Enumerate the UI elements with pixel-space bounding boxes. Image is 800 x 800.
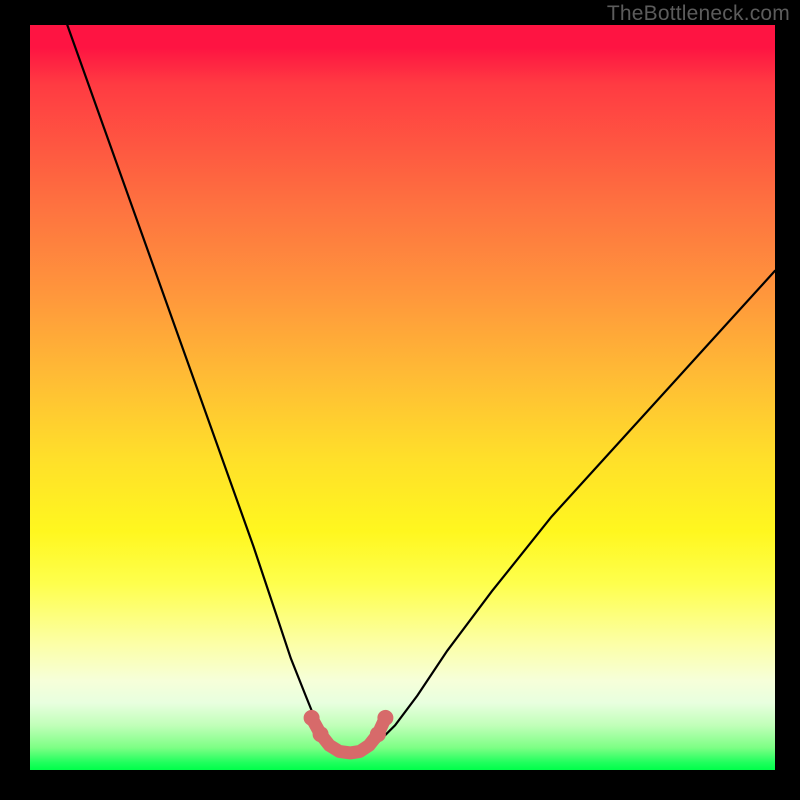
bottleneck-curve (67, 25, 775, 755)
curve-svg (30, 25, 775, 770)
highlight-dot (377, 710, 393, 726)
watermark-text: TheBottleneck.com (607, 2, 790, 26)
plot-area (30, 25, 775, 770)
highlight-dot (304, 710, 320, 726)
highlight-dot (370, 726, 386, 742)
chart-frame: TheBottleneck.com (0, 0, 800, 800)
highlight-dot (313, 726, 329, 742)
